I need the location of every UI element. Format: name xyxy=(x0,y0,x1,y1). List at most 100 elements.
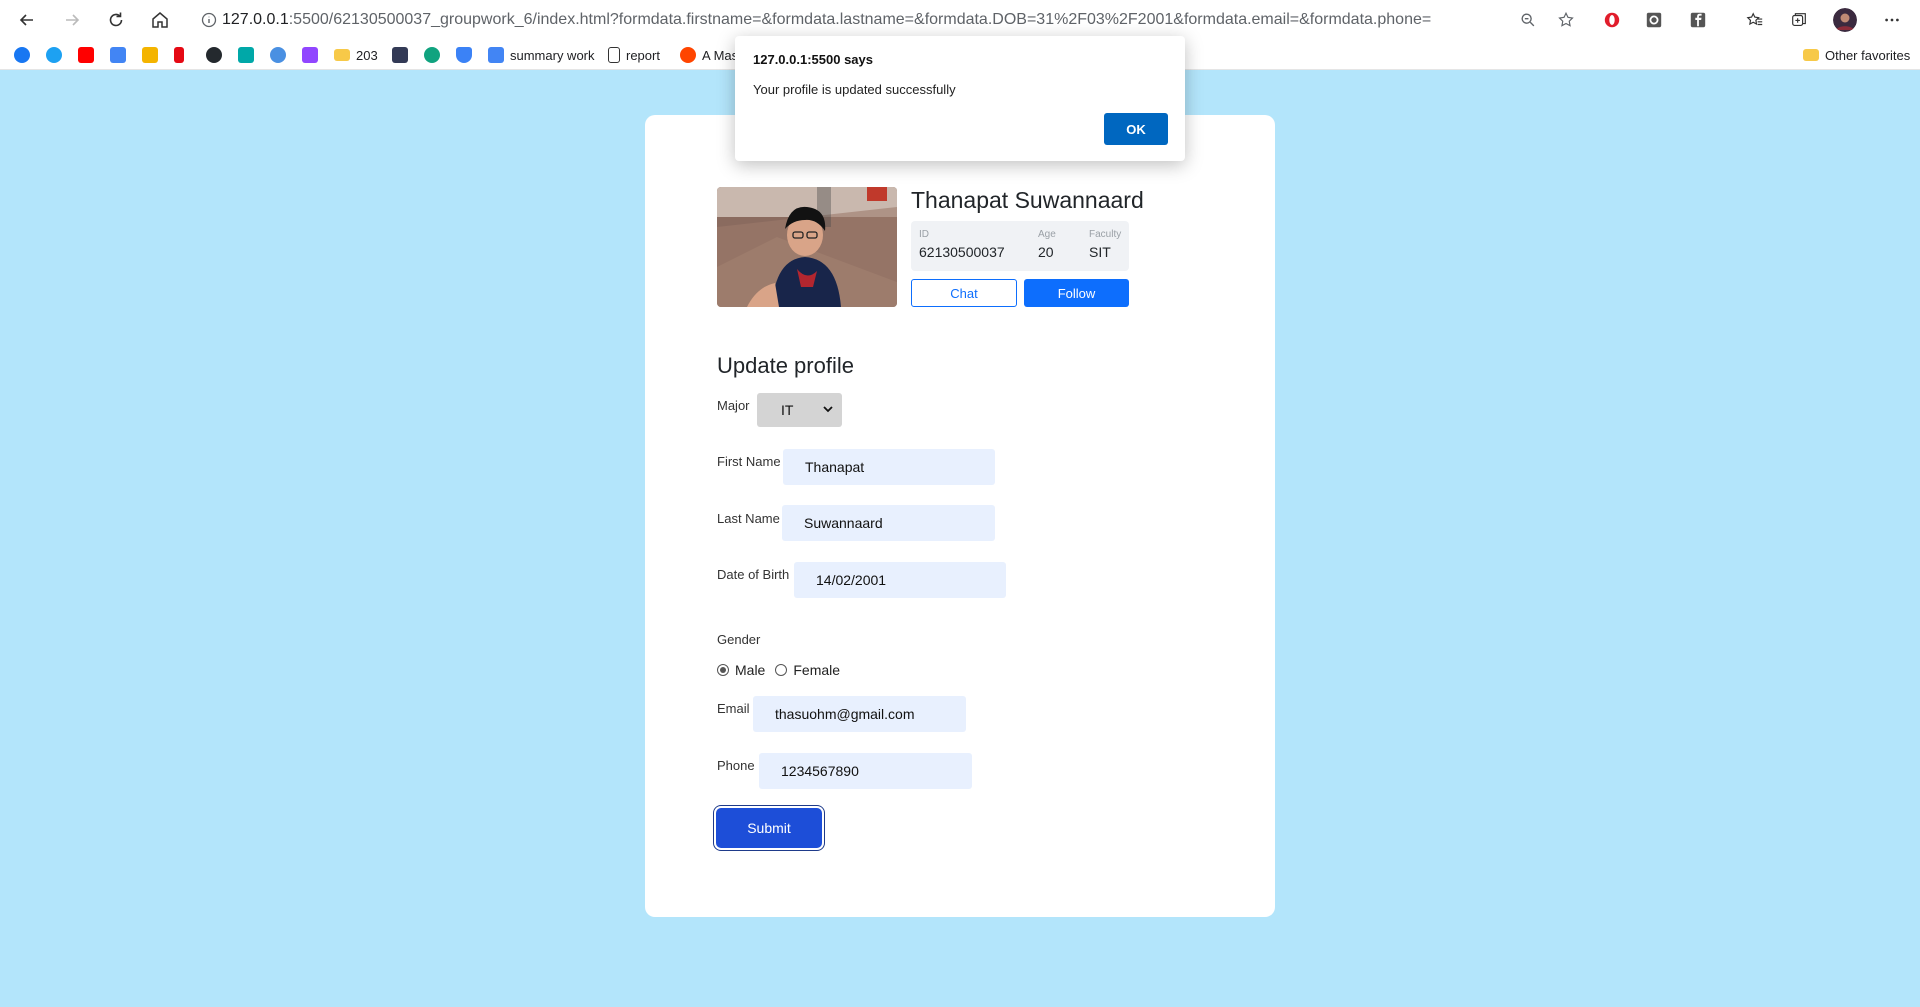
firstname-label: First Name xyxy=(717,454,781,469)
bookmark-report[interactable]: report xyxy=(608,45,660,65)
shield-icon xyxy=(456,47,472,63)
address-bar[interactable]: 127.0.0.1:5500/62130500037_groupwork_6/i… xyxy=(188,6,1584,34)
facebook-icon xyxy=(14,47,30,63)
more-menu-icon[interactable] xyxy=(1880,8,1904,32)
bookmark-youtube[interactable] xyxy=(78,45,94,65)
chat-button[interactable]: Chat xyxy=(911,279,1017,307)
docs-icon xyxy=(488,47,504,63)
stat-id: ID 62130500037 xyxy=(919,229,1005,260)
bookmark-classroom[interactable] xyxy=(142,45,158,65)
submit-button[interactable]: Submit xyxy=(716,808,822,848)
address-bar-actions xyxy=(1516,8,1578,32)
bookmark-chatgpt[interactable] xyxy=(424,45,440,65)
reload-icon xyxy=(109,12,123,27)
gender-male-radio[interactable] xyxy=(717,664,729,676)
home-button[interactable] xyxy=(146,6,174,34)
bookmark-grammarly[interactable] xyxy=(238,45,254,65)
twitter-icon xyxy=(46,47,62,63)
bookmark-reddit[interactable]: A Mas xyxy=(680,45,738,65)
netflix-icon xyxy=(174,47,184,63)
phone-input[interactable]: 1234567890 xyxy=(759,753,972,789)
outlook-extension-icon[interactable] xyxy=(1642,8,1666,32)
stat-value: 62130500037 xyxy=(919,244,1005,260)
bookmark-label: Other favorites xyxy=(1825,47,1911,63)
twitch-icon xyxy=(302,47,318,63)
bookmark-facebook[interactable] xyxy=(14,45,30,65)
profile-name: Thanapat Suwannaard xyxy=(911,187,1144,213)
lastname-label: Last Name xyxy=(717,511,780,526)
folder-icon xyxy=(1803,49,1819,61)
profile-avatar-icon[interactable] xyxy=(1833,8,1857,32)
collections-icon[interactable] xyxy=(1787,8,1811,32)
gender-female-radio[interactable] xyxy=(775,664,788,676)
bookmark-label: A Mas xyxy=(702,47,739,63)
home-icon xyxy=(152,12,168,28)
url-host: 127.0.0.1 xyxy=(222,11,289,28)
forward-button[interactable] xyxy=(58,6,86,34)
bookmark-folder-203[interactable]: 203 xyxy=(334,45,378,65)
stat-label: ID xyxy=(919,229,929,240)
follow-button[interactable]: Follow xyxy=(1024,279,1129,307)
stat-label: Age xyxy=(1038,229,1056,240)
facebook-extension-icon[interactable] xyxy=(1686,8,1710,32)
dob-label: Date of Birth xyxy=(717,567,790,582)
dialog-title: 127.0.0.1:5500 says xyxy=(753,52,873,67)
chat-ai-icon xyxy=(424,47,440,63)
dob-input[interactable]: 14/02/2001 xyxy=(794,562,1006,598)
site-info-icon[interactable] xyxy=(196,6,222,34)
youtube-icon xyxy=(78,47,94,63)
wifi-icon xyxy=(270,47,286,63)
bookmark-other-favorites[interactable]: Other favorites xyxy=(1803,45,1910,65)
gender-male-label[interactable]: Male xyxy=(735,662,765,678)
bookmark-translate[interactable] xyxy=(110,45,126,65)
gender-label: Gender xyxy=(717,632,761,647)
bookmark-anime[interactable] xyxy=(392,45,408,65)
forward-arrow-icon xyxy=(66,14,80,26)
browser-toolbar: 127.0.0.1:5500/62130500037_groupwork_6/i… xyxy=(0,0,1920,40)
reddit-icon xyxy=(680,47,696,63)
form-title: Update profile xyxy=(717,353,854,378)
alert-dialog: 127.0.0.1:5500 says Your profile is upda… xyxy=(735,36,1185,161)
gender-female-label[interactable]: Female xyxy=(793,662,840,678)
firstname-input[interactable]: Thanapat xyxy=(783,449,995,485)
bookmark-twitter[interactable] xyxy=(46,45,62,65)
gender-radio-group: Male Female xyxy=(717,662,840,678)
folder-icon xyxy=(334,49,350,61)
bookmark-github[interactable] xyxy=(206,45,222,65)
stat-label: Faculty xyxy=(1089,229,1122,240)
stat-value: SIT xyxy=(1089,244,1111,260)
profile-stats: ID 62130500037 Age 20 Faculty SIT xyxy=(911,221,1129,271)
dialog-ok-button[interactable]: OK xyxy=(1104,113,1168,145)
opera-extension-icon[interactable] xyxy=(1600,8,1624,32)
bookmark-label: summary work xyxy=(510,47,595,63)
stat-value: 20 xyxy=(1038,244,1054,260)
bookmark-twitch[interactable] xyxy=(302,45,318,65)
lastname-input[interactable]: Suwannaard xyxy=(782,505,995,541)
document-icon xyxy=(608,47,620,63)
grammarly-icon xyxy=(238,47,254,63)
bookmark-netflix[interactable] xyxy=(174,45,184,65)
zoom-icon[interactable] xyxy=(1516,8,1540,32)
anime-site-icon xyxy=(392,47,408,63)
url-path: :5500/62130500037_groupwork_6/index.html… xyxy=(288,11,1432,28)
reload-button[interactable] xyxy=(102,6,130,34)
back-button[interactable] xyxy=(13,6,41,34)
email-label: Email xyxy=(717,701,750,716)
stat-age: Age 20 xyxy=(1038,229,1056,260)
classroom-icon xyxy=(142,47,158,63)
bookmark-wifi[interactable] xyxy=(270,45,286,65)
add-favorite-icon[interactable] xyxy=(1554,8,1578,32)
bookmark-label: report xyxy=(626,47,660,63)
major-select[interactable]: IT xyxy=(757,393,842,427)
url-text[interactable]: 127.0.0.1:5500/62130500037_groupwork_6/i… xyxy=(222,11,1584,29)
bookmark-shield[interactable] xyxy=(456,45,472,65)
email-input[interactable]: thasuohm@gmail.com xyxy=(753,696,966,732)
back-arrow-icon xyxy=(19,14,33,26)
stat-faculty: Faculty SIT xyxy=(1089,229,1121,260)
translate-icon xyxy=(110,47,126,63)
profile-card: Thanapat Suwannaard ID 62130500037 Age 2… xyxy=(645,115,1275,917)
dialog-message: Your profile is updated successfully xyxy=(753,82,956,97)
favorites-icon[interactable] xyxy=(1743,8,1767,32)
profile-photo xyxy=(717,187,897,307)
bookmark-summary-work[interactable]: summary work xyxy=(488,45,595,65)
